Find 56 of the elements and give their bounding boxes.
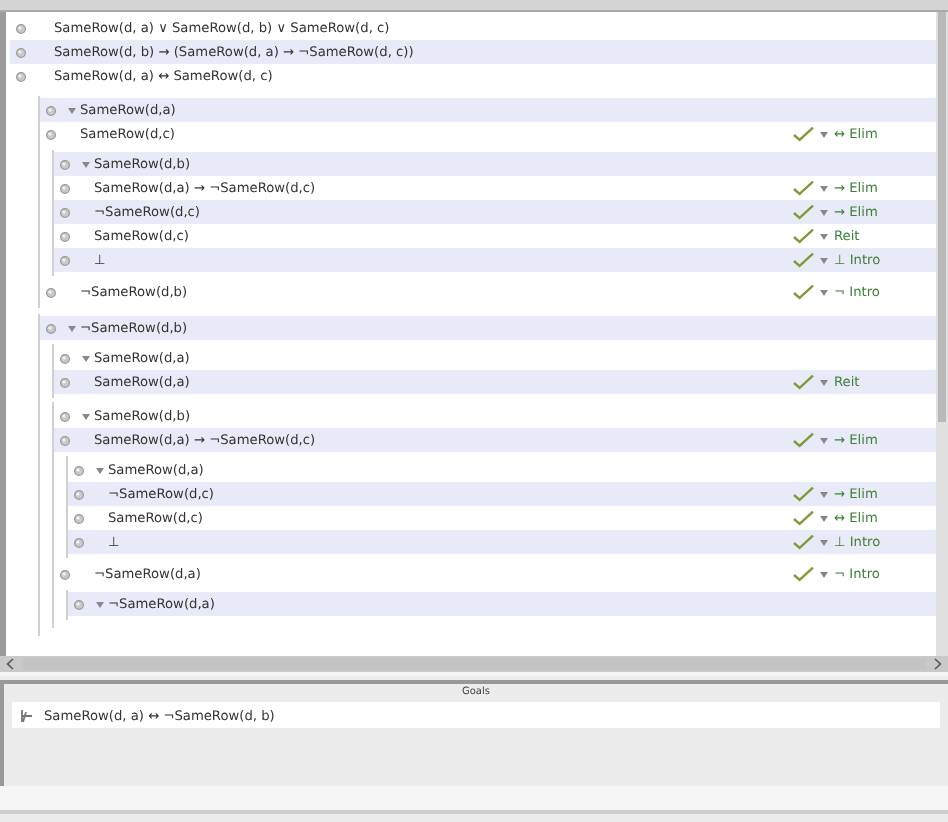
caret-icon[interactable] — [68, 325, 76, 331]
bullet-icon[interactable] — [16, 23, 26, 33]
caret-icon[interactable] — [96, 601, 104, 607]
check-icon — [792, 180, 814, 196]
bullet-icon[interactable] — [16, 71, 26, 81]
caret-icon[interactable] — [820, 209, 828, 215]
bullet-icon[interactable] — [60, 159, 70, 169]
bullet-icon[interactable] — [60, 255, 70, 265]
check-icon — [792, 486, 814, 502]
bullet-icon[interactable] — [74, 513, 84, 523]
caret-icon[interactable] — [82, 413, 90, 419]
horizontal-scrollbar[interactable] — [0, 656, 948, 676]
check-icon — [792, 534, 814, 550]
caret-icon[interactable] — [82, 355, 90, 361]
caret-icon[interactable] — [820, 257, 828, 263]
check-icon — [792, 566, 814, 582]
bullet-icon[interactable] — [60, 183, 70, 193]
bullet-icon[interactable] — [60, 207, 70, 217]
caret-icon[interactable] — [820, 437, 828, 443]
caret-icon[interactable] — [820, 379, 828, 385]
turnstile-icon — [20, 707, 34, 723]
bullet-icon[interactable] — [60, 377, 70, 387]
caret-icon[interactable] — [820, 571, 828, 577]
caret-icon[interactable] — [820, 539, 828, 545]
bullet-icon[interactable] — [60, 411, 70, 421]
bullet-icon[interactable] — [74, 465, 84, 475]
check-icon — [792, 374, 814, 390]
bullet-icon[interactable] — [60, 231, 70, 241]
check-icon — [792, 252, 814, 268]
bullet-icon[interactable] — [46, 129, 56, 139]
bullet-icon[interactable] — [60, 435, 70, 445]
caret-icon[interactable] — [820, 491, 828, 497]
check-icon — [792, 228, 814, 244]
caret-icon[interactable] — [68, 107, 76, 113]
bullet-icon[interactable] — [60, 569, 70, 579]
bullet-icon[interactable] — [46, 287, 56, 297]
check-icon — [792, 126, 814, 142]
bullet-icon[interactable] — [74, 489, 84, 499]
bullet-icon[interactable] — [46, 105, 56, 115]
check-icon — [792, 204, 814, 220]
caret-icon[interactable] — [820, 515, 828, 521]
vertical-scrollbar[interactable] — [936, 12, 948, 656]
check-icon — [792, 510, 814, 526]
bullet-icon[interactable] — [46, 323, 56, 333]
bullet-icon[interactable] — [16, 47, 26, 57]
caret-icon[interactable] — [820, 185, 828, 191]
check-icon — [792, 284, 814, 300]
bullet-icon[interactable] — [74, 537, 84, 547]
caret-icon[interactable] — [820, 233, 828, 239]
caret-icon[interactable] — [82, 161, 90, 167]
check-icon — [792, 432, 814, 448]
caret-icon[interactable] — [820, 131, 828, 137]
caret-icon[interactable] — [820, 289, 828, 295]
caret-icon[interactable] — [96, 467, 104, 473]
bullet-icon[interactable] — [74, 599, 84, 609]
bullet-icon[interactable] — [60, 353, 70, 363]
